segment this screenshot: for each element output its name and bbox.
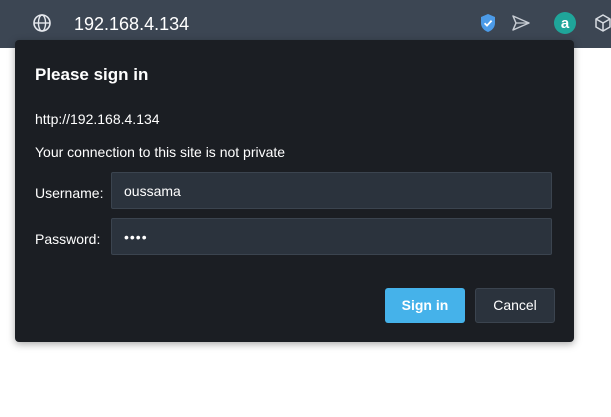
dialog-title: Please sign in [35, 65, 149, 84]
username-label: Username: [35, 185, 104, 201]
cancel-button[interactable]: Cancel [475, 288, 555, 323]
sign-in-dialog: Please sign in http://192.168.4.134 Your… [15, 40, 574, 342]
address-bar-url[interactable]: 192.168.4.134 [74, 12, 189, 36]
sign-in-button[interactable]: Sign in [385, 288, 465, 323]
globe-icon[interactable] [32, 13, 52, 33]
password-label: Password: [35, 231, 101, 247]
cube-extension-icon[interactable] [592, 12, 611, 34]
password-field[interactable] [111, 218, 552, 255]
amazon-assistant-icon[interactable]: a [553, 11, 577, 35]
send-icon[interactable] [510, 12, 532, 34]
username-field[interactable] [111, 172, 552, 209]
svg-text:a: a [561, 15, 570, 32]
shield-check-icon[interactable] [477, 12, 499, 34]
dialog-url: http://192.168.4.134 [35, 111, 160, 127]
connection-warning: Your connection to this site is not priv… [35, 144, 286, 160]
